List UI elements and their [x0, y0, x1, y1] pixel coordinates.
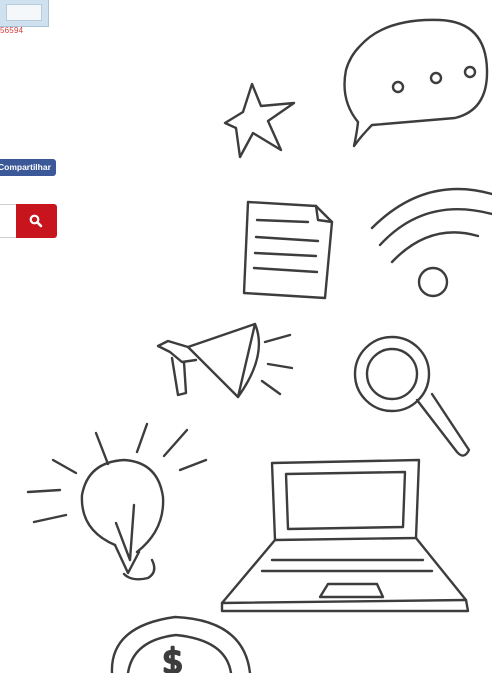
- wifi-icon: [370, 187, 492, 298]
- megaphone-icon: [156, 322, 294, 399]
- star-icon: [223, 82, 296, 159]
- lightbulb-icon: [26, 422, 208, 581]
- bubble-dot-1: [391, 80, 405, 94]
- coin-icon: $: [110, 615, 252, 673]
- doodle-illustration: $: [26, 18, 492, 673]
- wifi-dot: [417, 266, 449, 298]
- bubble-dot-2: [429, 71, 443, 85]
- coin-symbol: $: [162, 642, 184, 673]
- speech-bubble-icon: [343, 18, 489, 148]
- laptop-icon: [220, 458, 470, 613]
- magnifier-icon: [353, 335, 471, 457]
- bubble-dot-3: [463, 65, 477, 79]
- document-icon: [242, 200, 334, 300]
